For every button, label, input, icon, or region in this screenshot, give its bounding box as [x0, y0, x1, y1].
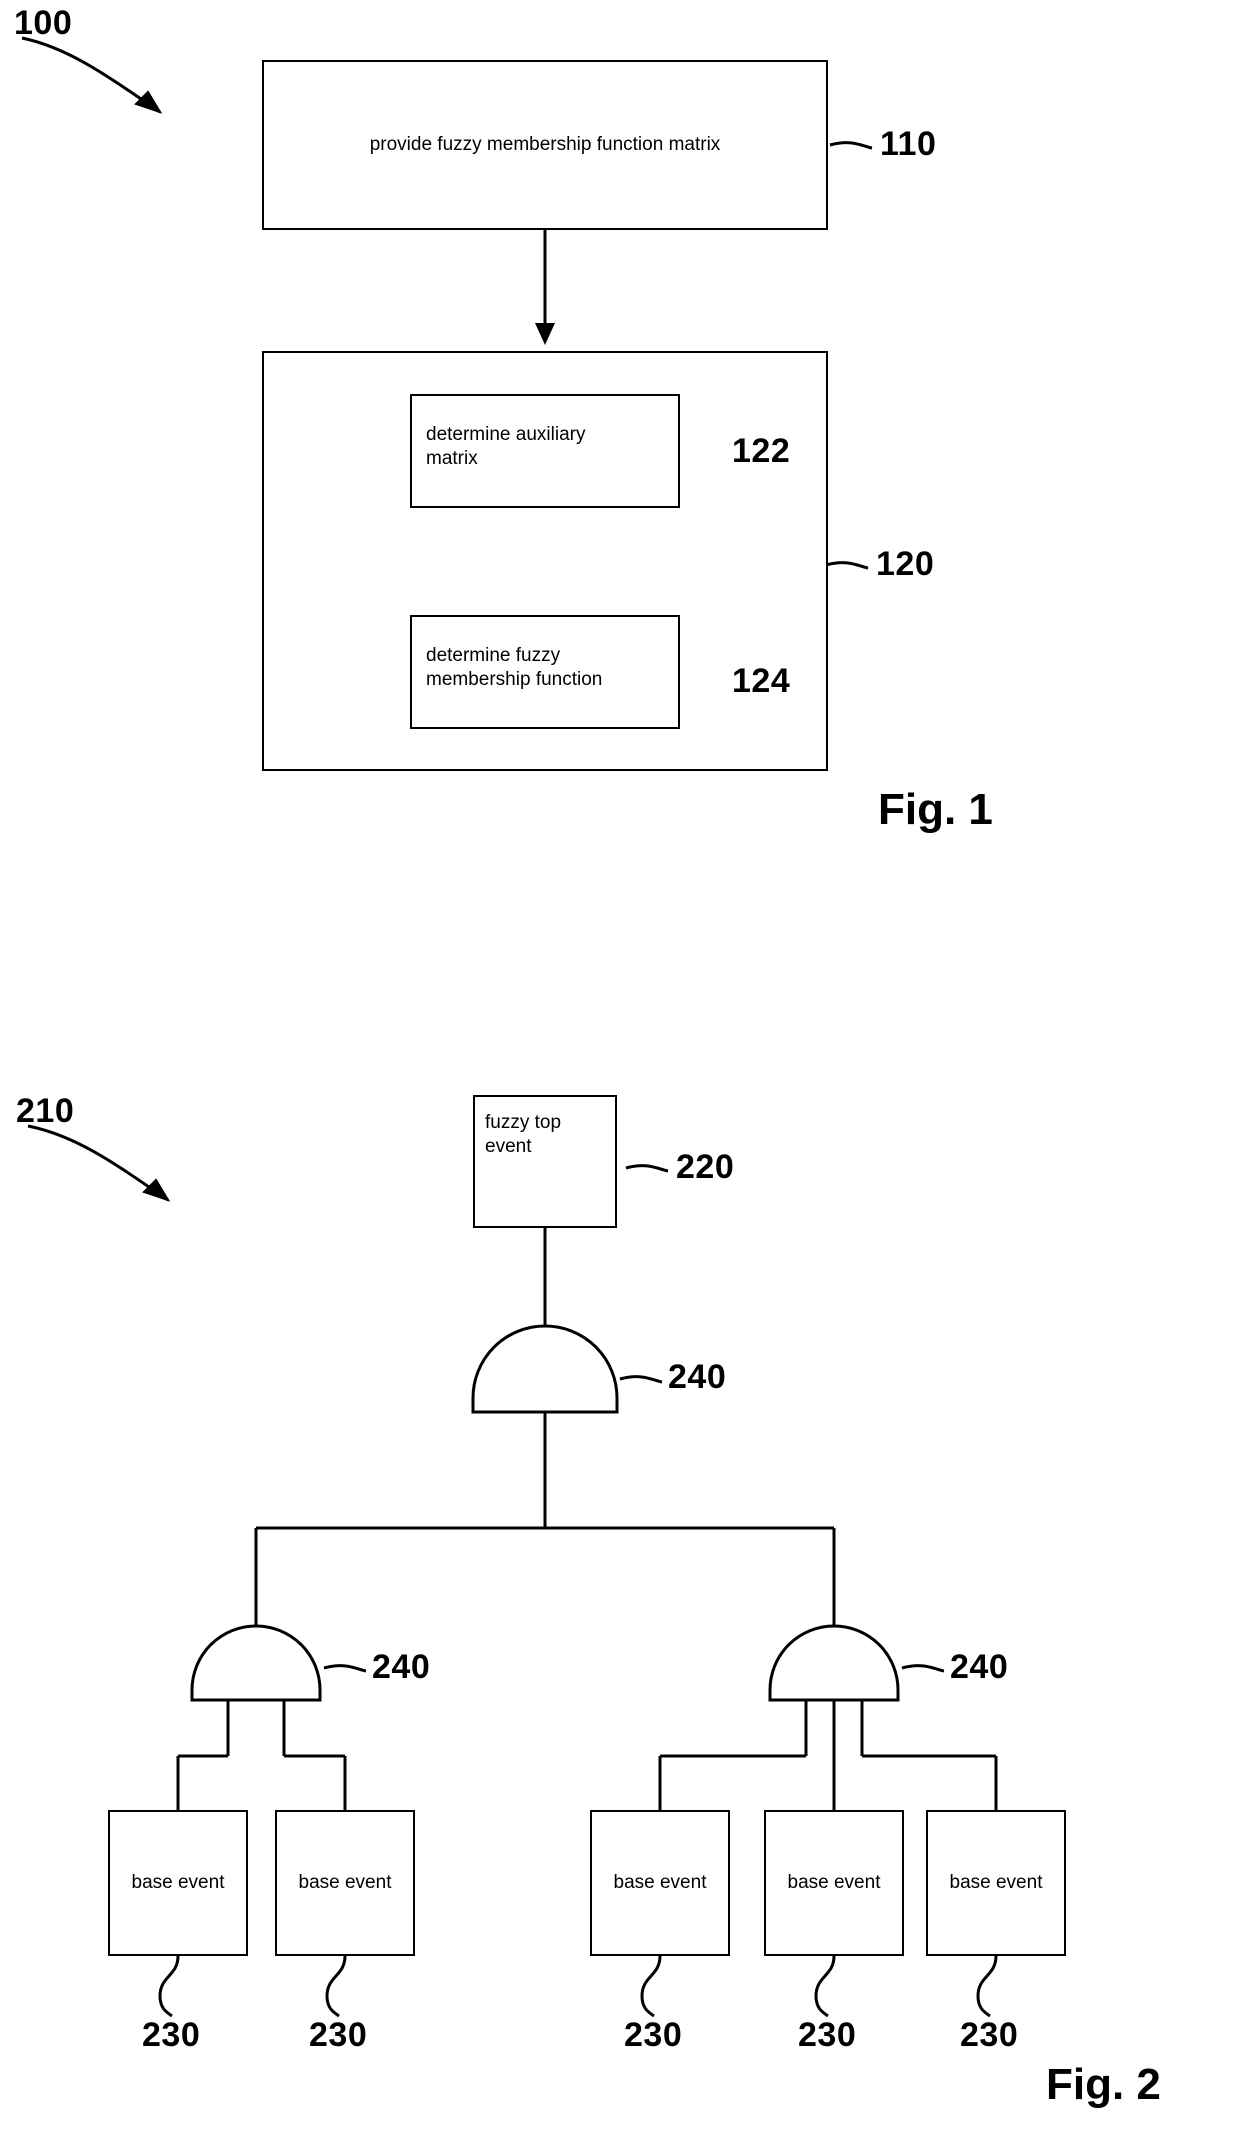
fig2-reference-220: 220 — [676, 1148, 735, 1186]
fig1-box-122-text: determine auxiliary matrix — [426, 424, 586, 469]
fig2-reference-230-2: 230 — [309, 2016, 368, 2054]
fig1-reference-120: 120 — [876, 545, 935, 583]
fig1-box-122: determine auxiliary matrix — [410, 394, 680, 508]
fig2-base-event-1-text: base event — [131, 1872, 225, 1893]
fig2-leader-230-3 — [640, 1955, 662, 2018]
fig2-base-event-5-text: base event — [949, 1872, 1043, 1893]
fig1-reference-122: 122 — [732, 432, 791, 470]
patent-figure-sheet: 100 provide fuzzy membership function ma… — [0, 0, 1240, 2153]
fig2-base-event-1: base event — [108, 1810, 248, 1956]
fig1-box-124: determine fuzzy membership function — [410, 615, 680, 729]
fig2-base-event-2: base event — [275, 1810, 415, 1956]
fig2-caption: Fig. 2 — [1046, 2060, 1161, 2109]
fig2-leader-220 — [625, 1164, 669, 1173]
fig2-lead-arrow-210 — [27, 1124, 171, 1202]
fig2-reference-230-3: 230 — [624, 2016, 683, 2054]
fig2-bus-left — [176, 1700, 347, 1810]
fig1-reference-100: 100 — [14, 4, 73, 42]
fig2-reference-240-left: 240 — [372, 1648, 431, 1686]
fig2-reference-230-5: 230 — [960, 2016, 1019, 2054]
fig2-reference-240-top: 240 — [668, 1358, 727, 1396]
fig1-arrow-110-to-120 — [535, 229, 555, 345]
fig2-reference-240-right: 240 — [950, 1648, 1009, 1686]
fig1-leader-110 — [829, 141, 873, 150]
fig2-base-event-3: base event — [590, 1810, 730, 1956]
fig2-left-gate-shape — [190, 1624, 322, 1702]
fig2-base-event-4: base event — [764, 1810, 904, 1956]
fig1-reference-124: 124 — [732, 662, 791, 700]
fig2-bus-right — [658, 1700, 998, 1810]
fig2-top-event-text: fuzzy top event — [485, 1112, 562, 1157]
fig2-leader-230-2 — [325, 1955, 347, 2018]
fig2-base-event-4-text: base event — [787, 1872, 881, 1893]
fig2-base-event-3-text: base event — [613, 1872, 707, 1893]
fig2-base-event-2-text: base event — [298, 1872, 392, 1893]
fig2-box-top-event: fuzzy top event — [473, 1095, 617, 1228]
fig1-caption: Fig. 1 — [878, 785, 993, 834]
fig1-leader-120 — [825, 561, 869, 570]
fig1-box-124-text: determine fuzzy membership function — [426, 645, 603, 690]
fig2-reference-230-4: 230 — [798, 2016, 857, 2054]
fig2-top-gate-shape — [471, 1324, 619, 1414]
fig2-leader-230-5 — [976, 1955, 998, 2018]
fig1-box-110: provide fuzzy membership function matrix — [262, 60, 828, 230]
fig1-reference-110: 110 — [880, 125, 937, 163]
fig2-leader-240-top — [619, 1375, 663, 1384]
fig1-lead-arrow-100 — [21, 36, 163, 114]
fig2-reference-210: 210 — [16, 1092, 75, 1130]
fig2-leader-240-left — [323, 1664, 367, 1673]
fig1-box-110-text: provide fuzzy membership function matrix — [369, 134, 721, 155]
fig2-reference-230-1: 230 — [142, 2016, 201, 2054]
fig2-leader-230-4 — [814, 1955, 836, 2018]
fig2-right-gate-shape — [768, 1624, 900, 1702]
fig2-bus-top — [254, 1412, 836, 1640]
fig2-leader-240-right — [901, 1664, 945, 1673]
fig2-base-event-5: base event — [926, 1810, 1066, 1956]
fig2-leader-230-1 — [158, 1955, 180, 2018]
